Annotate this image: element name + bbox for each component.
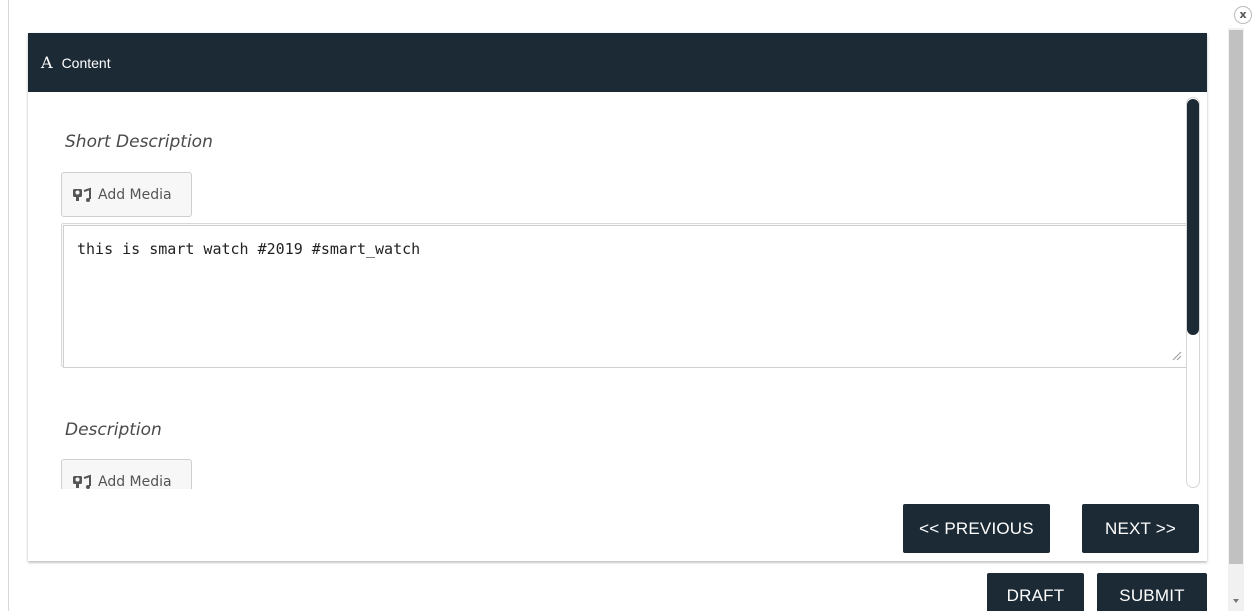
page-border xyxy=(8,0,9,611)
media-icon xyxy=(73,474,91,489)
scroll-down-arrow-icon[interactable] xyxy=(1233,599,1239,603)
page-scrollbar-thumb[interactable] xyxy=(1229,30,1243,564)
description-label: Description xyxy=(65,420,162,440)
media-icon xyxy=(73,187,91,202)
page-scrollbar[interactable] xyxy=(1228,28,1244,611)
short-description-editor: this is smart watch #2019 #smart_watch xyxy=(61,223,1187,368)
add-media-label: Add Media xyxy=(98,473,172,490)
content-scrollbar-thumb[interactable] xyxy=(1187,99,1199,335)
panel-header: A Content xyxy=(28,33,1207,92)
next-button[interactable]: NEXT >> xyxy=(1082,504,1199,553)
close-icon[interactable]: x xyxy=(1234,6,1252,24)
add-media-button[interactable]: Add Media xyxy=(61,459,192,489)
short-description-textarea[interactable]: this is smart watch #2019 #smart_watch xyxy=(63,225,1187,368)
submit-button[interactable]: SUBMIT xyxy=(1097,573,1207,611)
add-media-label: Add Media xyxy=(98,186,172,203)
text-icon: A xyxy=(41,53,53,72)
draft-button[interactable]: DRAFT xyxy=(987,573,1084,611)
resize-grip-icon[interactable] xyxy=(1170,349,1182,361)
panel-title: Content xyxy=(61,54,111,71)
previous-button[interactable]: << PREVIOUS xyxy=(903,504,1050,553)
content-scroll-area[interactable]: Short Description Add Media this is smar… xyxy=(28,92,1207,489)
add-media-button[interactable]: Add Media xyxy=(61,172,192,217)
content-panel: A Content Short Description Add Media th… xyxy=(28,33,1207,561)
short-description-label: Short Description xyxy=(65,132,213,152)
